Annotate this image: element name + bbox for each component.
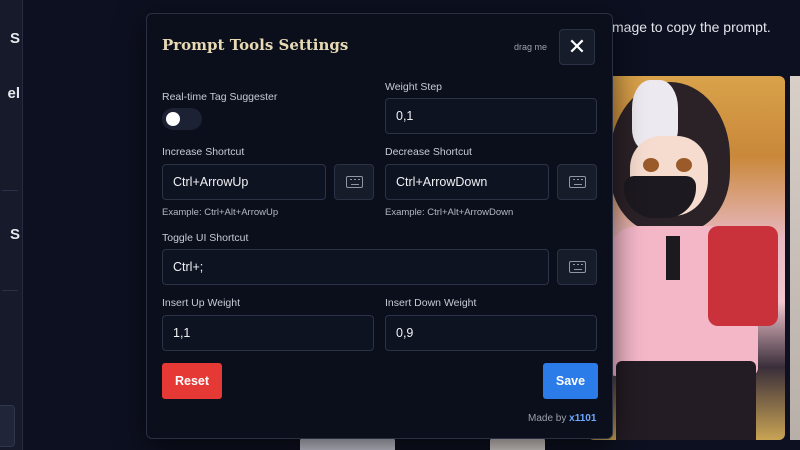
toggle-ui-record-button[interactable] bbox=[557, 249, 597, 285]
decrease-shortcut-input[interactable]: Ctrl+ArrowDown bbox=[385, 164, 549, 200]
decrease-shortcut-label: Decrease Shortcut bbox=[385, 146, 472, 158]
sidebar-fragment: S bbox=[9, 30, 20, 47]
generated-image[interactable] bbox=[588, 76, 785, 440]
increase-shortcut-input[interactable]: Ctrl+ArrowUp bbox=[162, 164, 326, 200]
close-button[interactable]: ✕ bbox=[559, 29, 595, 65]
image-detail bbox=[708, 226, 778, 326]
increase-example: Example: Ctrl+Alt+ArrowUp bbox=[162, 207, 279, 218]
left-sidebar: S el S bbox=[0, 0, 23, 450]
author-link[interactable]: x1101 bbox=[569, 413, 596, 424]
sidebar-divider bbox=[2, 290, 18, 291]
sidebar-divider bbox=[2, 190, 18, 191]
credits-prefix: Made by bbox=[528, 413, 567, 424]
image-detail bbox=[616, 361, 756, 440]
realtime-tag-toggle[interactable] bbox=[162, 108, 202, 130]
keyboard-icon bbox=[568, 176, 586, 188]
image-detail bbox=[643, 158, 659, 172]
realtime-tag-label: Real-time Tag Suggester bbox=[162, 91, 278, 103]
decrease-example: Example: Ctrl+Alt+ArrowDown bbox=[385, 207, 514, 218]
insert-down-weight-label: Insert Down Weight bbox=[385, 297, 477, 309]
increase-shortcut-label: Increase Shortcut bbox=[162, 146, 245, 158]
toggle-ui-shortcut-label: Toggle UI Shortcut bbox=[162, 232, 249, 244]
insert-up-weight-label: Insert Up Weight bbox=[162, 297, 241, 309]
toggle-ui-shortcut-input[interactable]: Ctrl+; bbox=[162, 249, 549, 285]
reset-button[interactable]: Reset bbox=[162, 363, 222, 399]
dialog-title: Prompt Tools Settings bbox=[162, 36, 349, 54]
close-icon: ✕ bbox=[567, 34, 587, 60]
credits: Made by x1101 bbox=[528, 413, 596, 424]
image-detail bbox=[666, 236, 680, 280]
drag-handle[interactable]: drag me bbox=[514, 42, 547, 52]
sidebar-fragment: S bbox=[9, 226, 20, 243]
increase-record-button[interactable] bbox=[334, 164, 374, 200]
insert-down-weight-input[interactable]: 0,9 bbox=[385, 315, 597, 351]
keyboard-icon bbox=[568, 261, 586, 273]
insert-up-weight-input[interactable]: 1,1 bbox=[162, 315, 374, 351]
copy-prompt-hint: mage to copy the prompt. bbox=[612, 19, 771, 35]
prompt-tools-settings-dialog: Prompt Tools Settings drag me ✕ Real-tim… bbox=[146, 13, 613, 439]
sidebar-panel[interactable] bbox=[0, 405, 15, 447]
weight-step-input[interactable]: 0,1 bbox=[385, 98, 597, 134]
side-image[interactable] bbox=[790, 76, 800, 440]
weight-step-label: Weight Step bbox=[385, 81, 443, 93]
keyboard-icon bbox=[345, 176, 363, 188]
image-detail bbox=[676, 158, 692, 172]
sidebar-fragment: el bbox=[7, 85, 20, 102]
save-button[interactable]: Save bbox=[543, 363, 598, 399]
toggle-knob bbox=[166, 112, 180, 126]
decrease-record-button[interactable] bbox=[557, 164, 597, 200]
